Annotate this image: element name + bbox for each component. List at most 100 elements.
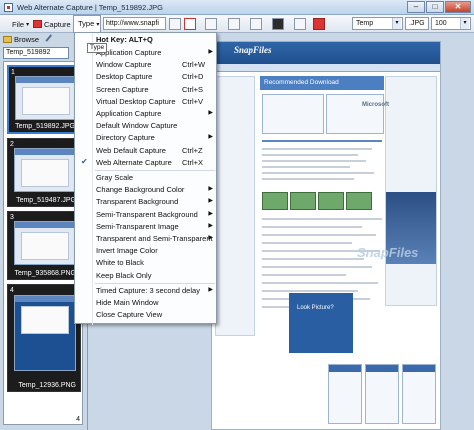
thumbnail-label: Temp_519892.JPG bbox=[15, 123, 75, 130]
thumbnail-label: Temp_12936.PNG bbox=[18, 382, 76, 389]
text-line bbox=[262, 172, 374, 174]
minimize-button[interactable]: – bbox=[407, 1, 425, 13]
menu-item-label: Semi-Transparent Image bbox=[96, 221, 179, 231]
menu-item[interactable]: Hide Main Window bbox=[76, 297, 217, 309]
menu-item[interactable]: ✔ Web Alternate Capture Ctrl+X bbox=[76, 157, 217, 169]
pencil-icon[interactable] bbox=[45, 33, 57, 46]
submenu-arrow-icon: ▶ bbox=[208, 186, 213, 193]
menu-item[interactable]: Window Capture Ctrl+W bbox=[76, 59, 217, 71]
chevron-down-icon: ▾ bbox=[392, 18, 401, 29]
text-line bbox=[262, 290, 358, 292]
app-icon bbox=[4, 2, 13, 12]
text-line bbox=[262, 166, 350, 168]
folder-select-value: Temp bbox=[356, 20, 374, 27]
menu-item[interactable]: Virtual Desktop Capture Ctrl+V bbox=[76, 96, 217, 108]
browse-button[interactable]: Browse bbox=[3, 35, 39, 44]
format-select[interactable]: .JPG bbox=[405, 17, 429, 30]
text-line bbox=[262, 154, 358, 156]
submenu-arrow-icon: ▶ bbox=[208, 198, 213, 205]
thumbnail-item[interactable]: 3 Temp_935868.PNG bbox=[7, 211, 81, 280]
close-button[interactable]: ✕ bbox=[445, 1, 471, 13]
arrow-icon[interactable] bbox=[294, 18, 306, 30]
submenu-arrow-icon: ▶ bbox=[208, 134, 213, 141]
thumbnail-number: 3 bbox=[10, 214, 14, 221]
menu-item[interactable]: Keep Black Only bbox=[76, 270, 217, 282]
type-dropdown-menu: Hot Key: ALT+Q Application Capture ▶ Windo… bbox=[74, 32, 217, 325]
menu-item[interactable]: Screen Capture Ctrl+S bbox=[76, 84, 217, 96]
folder-select[interactable]: Temp ▾ bbox=[352, 17, 403, 30]
region-select-icon[interactable] bbox=[184, 18, 196, 30]
menu-item-shortcut: Ctrl+Z bbox=[182, 145, 203, 155]
thumbnail-image bbox=[14, 295, 76, 371]
window-controls: – □ ✕ bbox=[406, 1, 471, 13]
menu-item[interactable]: Directory Capture ▶ bbox=[76, 132, 217, 144]
thumbnail-item[interactable]: 4 Temp_12936.PNG bbox=[7, 284, 81, 392]
menu-item-label: Transparent and Semi-Transparent bbox=[96, 234, 213, 243]
text-line bbox=[262, 234, 376, 236]
grid-icon[interactable] bbox=[205, 18, 217, 30]
microsoft-logo: Microsoft bbox=[362, 102, 389, 108]
menu-item-label: Default Window Capture bbox=[96, 121, 178, 131]
menu-item-label: White to Black bbox=[96, 258, 144, 268]
ad-box bbox=[289, 293, 353, 353]
menu-item[interactable]: Close Capture View bbox=[76, 309, 217, 321]
submenu-arrow-icon: ▶ bbox=[208, 210, 213, 217]
crop-icon[interactable] bbox=[228, 18, 240, 30]
thumbnail-list: 1 Temp_519892.JPG 2 Temp_519487.JPG 3 Te… bbox=[3, 61, 83, 425]
type-tooltip: Type bbox=[87, 43, 108, 53]
watermark: SnapFiles bbox=[357, 245, 419, 260]
stop-icon[interactable] bbox=[313, 18, 325, 30]
menu-item-label: Transparent Background bbox=[96, 197, 179, 207]
menu-item[interactable]: Transparent Background ▶ bbox=[76, 196, 217, 208]
menu-item[interactable]: Semi-Transparent Image ▶ bbox=[76, 221, 217, 233]
webpage-right-column bbox=[385, 76, 437, 306]
capture-label: Capture bbox=[44, 19, 71, 29]
file-menu-label: File bbox=[12, 19, 25, 29]
menu-item[interactable]: White to Black bbox=[76, 257, 217, 269]
menu-item[interactable]: Invert Image Color bbox=[76, 245, 217, 257]
menu-item[interactable]: Application Capture ▶ bbox=[76, 108, 217, 120]
checkmark-icon: ✔ bbox=[81, 156, 88, 166]
menu-item-label: Desktop Capture bbox=[96, 72, 153, 82]
color-icon[interactable] bbox=[272, 18, 284, 30]
text-line bbox=[262, 226, 362, 228]
text-line bbox=[262, 258, 364, 260]
camera-icon bbox=[33, 20, 42, 28]
text-line bbox=[262, 160, 366, 162]
webpage-header: SnapFiles bbox=[212, 42, 440, 64]
menu-item[interactable]: Desktop Capture Ctrl+D bbox=[76, 71, 217, 83]
text-line bbox=[262, 274, 346, 276]
thumbnail-item[interactable]: 2 Temp_519487.JPG bbox=[7, 138, 81, 207]
file-menu[interactable]: File ▾ bbox=[12, 17, 29, 31]
toolbar: File ▾ Capture http://www.snapfi Temp ▾ … bbox=[0, 15, 474, 33]
filename-input[interactable]: Temp_519892 bbox=[3, 47, 69, 59]
download-box bbox=[326, 94, 384, 134]
type-menu[interactable]: Type ▾ bbox=[73, 15, 101, 33]
menu-item-label: Keep Black Only bbox=[96, 270, 152, 280]
thumbnail-number: 2 bbox=[10, 141, 14, 148]
maximize-button[interactable]: □ bbox=[426, 1, 444, 13]
menu-separator bbox=[95, 170, 215, 171]
menu-item[interactable]: Web Default Capture Ctrl+Z bbox=[76, 145, 217, 157]
menu-item-label: Window Capture bbox=[96, 60, 152, 70]
thumbnail-number: 1 bbox=[11, 69, 15, 76]
thumbnail-item[interactable]: 1 Temp_519892.JPG bbox=[7, 65, 81, 134]
menu-item[interactable]: Transparent and Semi-Transparent ▶ bbox=[76, 233, 217, 245]
menu-item[interactable]: Change Background Color ▶ bbox=[76, 184, 217, 196]
resize-icon[interactable] bbox=[250, 18, 262, 30]
text-line bbox=[262, 178, 354, 180]
capture-button[interactable]: Capture bbox=[33, 17, 71, 31]
thumbnail-label: Temp_519487.JPG bbox=[16, 197, 76, 204]
menu-item-label: Timed Capture: 3 second delay bbox=[96, 285, 200, 295]
submenu-arrow-icon: ▶ bbox=[208, 286, 213, 293]
text-line bbox=[262, 242, 352, 244]
go-icon[interactable] bbox=[169, 18, 181, 30]
menu-item[interactable]: Gray Scale bbox=[76, 172, 217, 184]
url-input[interactable]: http://www.snapfi bbox=[103, 17, 166, 30]
menu-item[interactable]: Semi-Transparent Background ▶ bbox=[76, 209, 217, 221]
thumbnail-image bbox=[15, 76, 77, 120]
menu-item[interactable]: Default Window Capture bbox=[76, 120, 217, 132]
quality-select[interactable]: 100 ▾ bbox=[431, 17, 471, 30]
menu-item-shortcut: Ctrl+S bbox=[182, 84, 204, 94]
menu-item[interactable]: Timed Capture: 3 second delay ▶ bbox=[76, 285, 217, 297]
